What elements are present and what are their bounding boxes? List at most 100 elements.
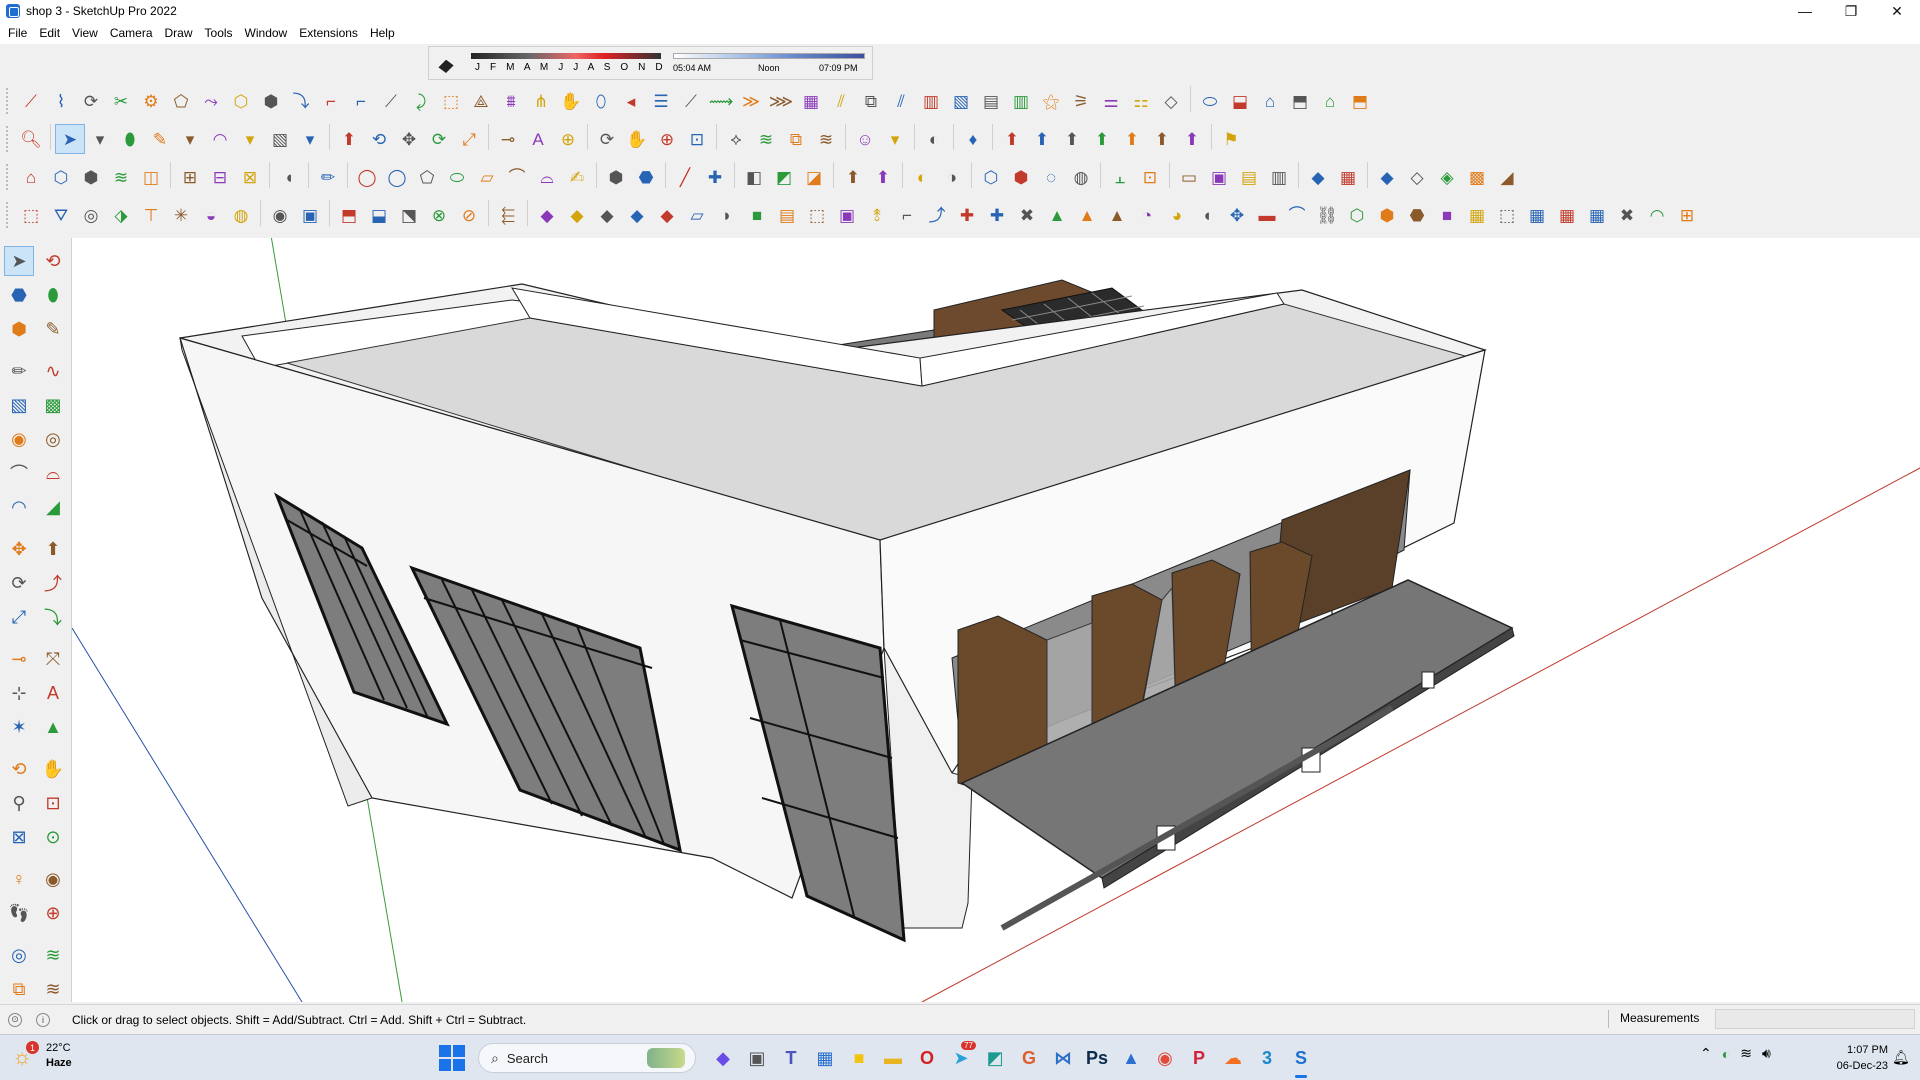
toolbar-tool-icon[interactable]: ✚	[700, 162, 730, 192]
toolbar-tool-icon[interactable]: ⬚	[16, 200, 46, 230]
toolbar-tool-icon[interactable]: ⬆	[1027, 124, 1057, 154]
toolbar-tool-icon[interactable]: ⟡	[721, 124, 751, 154]
toolbar-tool-icon[interactable]: ⌒	[1282, 200, 1312, 230]
toolbar-tool-icon[interactable]: ▧	[946, 86, 976, 116]
sketchup-icon[interactable]: S	[1284, 1041, 1318, 1078]
toolbar-tool-icon[interactable]: ◯	[382, 162, 412, 192]
toolbar-tool-icon[interactable]: ⊕	[652, 124, 682, 154]
toolbar-tool-icon[interactable]: ⬚	[802, 200, 832, 230]
toolbar-tool-icon[interactable]: ⬡	[226, 86, 256, 116]
menu-tools[interactable]: Tools	[201, 26, 241, 40]
wifi-icon[interactable]: ≋	[1740, 1045, 1752, 1062]
large-tool-icon[interactable]: ✎	[38, 314, 68, 344]
toolbar-tool-icon[interactable]: ⌐	[316, 86, 346, 116]
toolbar-tool-icon[interactable]: ⚝	[1036, 86, 1066, 116]
toolbar-tool-icon[interactable]: ⬱	[493, 200, 523, 230]
large-tool-icon[interactable]: A	[38, 678, 68, 708]
teams-icon[interactable]: T	[774, 1041, 808, 1075]
toolbar-tool-icon[interactable]: ⛛	[46, 200, 76, 230]
large-tool-icon[interactable]: ⌓	[38, 458, 68, 488]
toolbar-tool-icon[interactable]: ≫	[736, 86, 766, 116]
toolbar-tool-icon[interactable]: ✎	[145, 124, 175, 154]
large-tool-icon[interactable]: ⊠	[4, 822, 34, 852]
toolbar-tool-icon[interactable]: ▦	[796, 86, 826, 116]
toolbar-tool-icon[interactable]: ⊞	[1672, 200, 1702, 230]
toolbar-tool-icon[interactable]: ⬣	[1402, 200, 1432, 230]
toolbar-tool-icon[interactable]: ⌂	[1255, 86, 1285, 116]
toolbar-tool-icon[interactable]: ⤴	[922, 200, 952, 230]
toolbar-tool-icon[interactable]: ⌐	[346, 86, 376, 116]
large-tool-icon[interactable]: ⟲	[38, 246, 68, 276]
toolbar-tool-icon[interactable]: ▾	[235, 124, 265, 154]
toolbar-tool-icon[interactable]: ⬒	[1345, 86, 1375, 116]
toolbar-tool-icon[interactable]: ⌐	[892, 200, 922, 230]
telegram-icon[interactable]: ➤ 77	[944, 1041, 978, 1075]
toolbar-tool-icon[interactable]: ◍	[1066, 162, 1096, 192]
toolbar-tool-icon[interactable]: ◆	[622, 200, 652, 230]
calculator-app-icon[interactable]: 3	[1250, 1041, 1284, 1075]
toolbar-tool-icon[interactable]: ✥	[394, 124, 424, 154]
toolbar-tool-icon[interactable]: ▤	[1234, 162, 1264, 192]
toolbar-tool-icon[interactable]: ✥	[1222, 200, 1252, 230]
toolbar-tool-icon[interactable]: ◑	[937, 162, 967, 192]
toolbar-tool-icon[interactable]: ▱	[472, 162, 502, 192]
toolbar-tool-icon[interactable]: ▣	[832, 200, 862, 230]
toolbar-tool-icon[interactable]: ⌂	[16, 162, 46, 192]
toolbar-tool-icon[interactable]: ⬡	[46, 162, 76, 192]
toolbar-tool-icon[interactable]: ◇	[1156, 86, 1186, 116]
large-tool-icon[interactable]: ⤧	[38, 644, 68, 674]
toolbar-tool-icon[interactable]: ⬚	[1492, 200, 1522, 230]
toolbar-tool-icon[interactable]: ◉	[265, 200, 295, 230]
large-tool-icon[interactable]: ⊡	[38, 788, 68, 818]
toolbar-tool-icon[interactable]: ▥	[916, 86, 946, 116]
toolbar-tool-icon[interactable]: ⚞	[1066, 86, 1096, 116]
toolbar-tool-icon[interactable]: ◔	[1132, 200, 1162, 230]
large-tool-icon[interactable]: ▧	[4, 390, 34, 420]
minimize-button[interactable]: —	[1782, 0, 1828, 22]
toolbar-tool-icon[interactable]: ⌒	[502, 162, 532, 192]
toolbar-tool-icon[interactable]: ▱	[682, 200, 712, 230]
menu-view[interactable]: View	[68, 26, 106, 40]
pinterest-icon[interactable]: P	[1182, 1041, 1216, 1075]
toolbar-tool-icon[interactable]: ◖	[274, 162, 304, 192]
toolbar-tool-icon[interactable]: ◆	[652, 200, 682, 230]
toolbar-tool-icon[interactable]: ⧉	[781, 124, 811, 154]
toolbar-tool-icon[interactable]: ≋	[106, 162, 136, 192]
toolbar-tool-icon[interactable]: ⬡	[1342, 200, 1372, 230]
large-tool-icon[interactable]: ✏	[4, 356, 34, 386]
large-tool-icon[interactable]: ➤	[4, 246, 34, 276]
toolbar-tool-icon[interactable]: ➤	[55, 124, 85, 154]
toolbar-tool-icon[interactable]: ⬆	[1057, 124, 1087, 154]
toolbar-tool-icon[interactable]: ⬔	[394, 200, 424, 230]
toolbar-tool-icon[interactable]: ▣	[1204, 162, 1234, 192]
model-viewport[interactable]	[72, 238, 1920, 1002]
toolbar-tool-icon[interactable]: ⬭	[1195, 86, 1225, 116]
toolbar-tool-icon[interactable]: ▾	[295, 124, 325, 154]
toolbar-tool-icon[interactable]: ▤	[976, 86, 1006, 116]
toolbar-tool-icon[interactable]: ✏	[313, 162, 343, 192]
geo-location-icon[interactable]: ⊙	[8, 1012, 22, 1027]
toolbar-tool-icon[interactable]: ▦	[1522, 200, 1552, 230]
large-tool-icon[interactable]: ⧉	[4, 974, 34, 1004]
large-tool-icon[interactable]: ⊹	[4, 678, 34, 708]
toolbar-tool-icon[interactable]: ■	[742, 200, 772, 230]
start-button[interactable]	[438, 1044, 466, 1072]
toolbar-tool-icon[interactable]: ⬯	[586, 86, 616, 116]
toolbar-tool-icon[interactable]: ⋙	[766, 86, 796, 116]
toolbar-tool-icon[interactable]: ⊘	[454, 200, 484, 230]
toolbar-tool-icon[interactable]: ⬆	[997, 124, 1027, 154]
toolbar-tool-icon[interactable]: ✚	[982, 200, 1012, 230]
grammarly-icon[interactable]: G	[1012, 1041, 1046, 1075]
toolbar-tool-icon[interactable]: ◎	[76, 200, 106, 230]
toolbar-tool-icon[interactable]: ⬆	[1087, 124, 1117, 154]
toolbar-tool-icon[interactable]: ◪	[799, 162, 829, 192]
toolbar-tool-icon[interactable]: ◆	[1372, 162, 1402, 192]
toolbar-tool-icon[interactable]: ◖	[1192, 200, 1222, 230]
toolbar-tool-icon[interactable]: ✋	[622, 124, 652, 154]
toolbar-tool-icon[interactable]: ⊟	[205, 162, 235, 192]
toolbar-grip[interactable]	[6, 126, 12, 152]
large-tool-icon[interactable]: ◎	[4, 940, 34, 970]
shadows-toggle-icon[interactable]	[433, 51, 459, 77]
toolbar-tool-icon[interactable]: ⫽	[826, 86, 856, 116]
toolbar-tool-icon[interactable]: ♦	[958, 124, 988, 154]
